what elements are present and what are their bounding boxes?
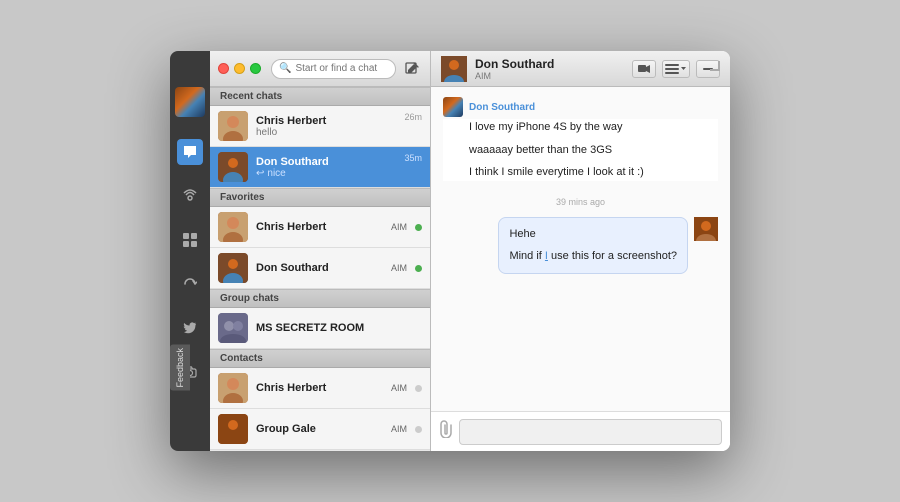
chat-info-don-fav: Don Southard [256,262,383,274]
section-group-chats: Group chats [210,289,430,308]
msg-line-2: waaaaay better than the 3GS [469,142,718,159]
menu-button[interactable] [662,60,690,78]
online-dot-chris-contacts [415,385,422,392]
maximize-button[interactable] [250,63,261,74]
chat-preview-don-recent: nice [267,168,285,179]
attach-button[interactable] [439,420,453,443]
chat-name-chris-fav: Chris Herbert [256,221,383,233]
traffic-lights [218,63,261,74]
chat-item-don-recent[interactable]: Don Southard ↩ nice 35m [210,147,430,188]
chat-info-chris-contacts: Chris Herbert [256,382,383,394]
sidebar-icons: Feedback [170,51,210,451]
chat-info-chris-fav: Chris Herbert [256,221,383,233]
minimize-button[interactable] [234,63,245,74]
incoming-message-bubble: I love my iPhone 4S by the way waaaaay b… [443,119,718,181]
chat-header-actions [632,60,720,78]
chat-item-don-fav[interactable]: Don Southard AIM [210,248,430,289]
aim-badge-chris-contacts: AIM [391,383,407,393]
chat-header: Don Southard AIM [431,51,730,87]
sent-checkmark: ↩ [256,168,264,179]
incoming-sender-name: Don Southard [443,97,718,117]
avatar-don-fav [218,253,248,283]
video-call-button[interactable] [632,60,656,78]
chat-preview-row-don: ↩ nice [256,168,396,179]
timestamp-divider: 39 mins ago [443,197,718,207]
sidebar-item-refresh[interactable] [177,271,203,297]
sidebar-item-broadcast[interactable] [177,183,203,209]
chat-info-group-gale: Group Gale [256,423,383,435]
close-button[interactable] [218,63,229,74]
chat-info-don-recent: Don Southard ↩ nice [256,156,396,179]
search-bar[interactable]: 🔍 [271,59,396,79]
online-dot-don-fav [415,265,422,272]
aim-badge-group-gale: AIM [391,424,407,434]
avatar-chris-contacts [218,373,248,403]
outgoing-message-row: Hehe Mind if I use this for a screenshot… [443,217,718,274]
incoming-message-group: Don Southard I love my iPhone 4S by the … [443,97,718,181]
outgoing-sender-avatar [694,217,718,241]
message-input[interactable] [459,419,722,445]
avatar-chris-recent [218,111,248,141]
chat-item-ms-secretz[interactable]: MS SECRETZ ROOM [210,308,430,349]
section-favorites: Favorites [210,188,430,207]
chat-header-info: Don Southard AIM [475,57,624,81]
chat-header-avatar [441,56,467,82]
chat-item-chris-recent[interactable]: Chris Herbert hello 26m [210,106,430,147]
sidebar-item-chat[interactable] [177,139,203,165]
chat-list-panel: 🔍 Recent chats [210,51,430,451]
chat-info-ms-secretz: MS SECRETZ ROOM [256,322,422,334]
feedback-tab[interactable]: Feedback [170,345,190,391]
section-recent: Recent chats [210,87,430,106]
chat-item-group-gale[interactable]: Group Gale AIM [210,409,430,450]
outgoing-line-1: Hehe [509,226,677,243]
online-dot-group-gale [415,426,422,433]
chat-time-don-recent: 35m [404,153,422,163]
resize-handle[interactable] [710,61,720,74]
sidebar-item-grid[interactable] [177,227,203,253]
chat-name-group-gale: Group Gale [256,423,383,435]
avatar-chris-fav [218,212,248,242]
chat-name-don-recent: Don Southard [256,156,396,168]
chat-header-name: Don Southard [475,57,624,71]
msg-line-3: I think I smile everytime I look at it :… [469,164,718,181]
msg-highlight: I [545,250,548,262]
outgoing-message-bubble: Hehe Mind if I use this for a screenshot… [498,217,688,274]
search-input[interactable] [295,63,388,74]
chat-header-service: AIM [475,71,624,81]
messages-area[interactable]: Don Southard I love my iPhone 4S by the … [431,87,730,411]
chat-item-chris-contacts[interactable]: Chris Herbert AIM [210,368,430,409]
user-avatar[interactable] [175,87,205,117]
incoming-sender-avatar [443,97,463,117]
avatar-ms-secretz [218,313,248,343]
chat-name-ms-secretz: MS SECRETZ ROOM [256,322,422,334]
outgoing-line-2: Mind if I use this for a screenshot? [509,248,677,265]
avatar-don-recent [218,152,248,182]
chat-info-chris-recent: Chris Herbert hello [256,115,396,138]
aim-badge-don-fav: AIM [391,263,407,273]
msg-line-1: I love my iPhone 4S by the way [469,119,718,136]
input-area [431,411,730,451]
chat-panel: Don Southard AIM [430,51,730,451]
chat-name-chris-recent: Chris Herbert [256,115,396,127]
avatar-group-gale [218,414,248,444]
chat-preview-chris-recent: hello [256,127,396,138]
chat-name-chris-contacts: Chris Herbert [256,382,383,394]
chat-time-chris-recent: 26m [404,112,422,122]
chat-item-chris-fav[interactable]: Chris Herbert AIM [210,207,430,248]
online-dot-chris-fav [415,224,422,231]
sidebar-item-twitter[interactable] [177,315,203,341]
aim-badge-chris-fav: AIM [391,222,407,232]
compose-button[interactable] [402,59,422,79]
search-icon: 🔍 [279,63,291,74]
app-window: Feedback 🔍 Recent chats [170,51,730,451]
title-bar: 🔍 [210,51,430,87]
section-contacts: Contacts [210,349,430,368]
chat-name-don-fav: Don Southard [256,262,383,274]
